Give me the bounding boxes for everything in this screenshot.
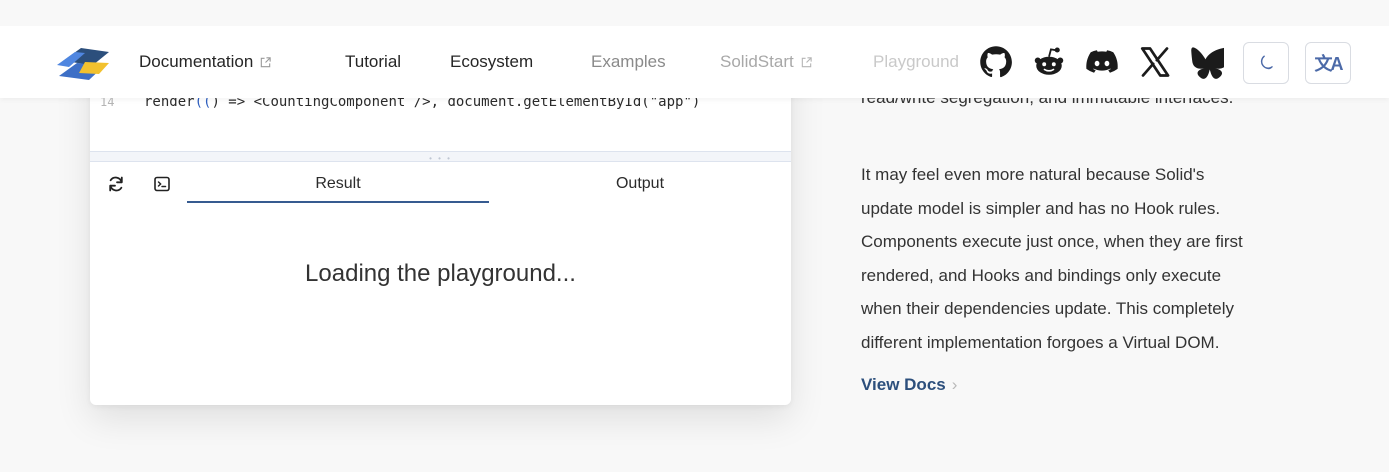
nav-tutorial[interactable]: Tutorial	[345, 52, 401, 72]
nav-solidstart[interactable]: SolidStart	[720, 52, 813, 72]
chevron-right-icon: ›	[951, 375, 958, 394]
tab-output[interactable]: Output	[490, 163, 790, 203]
result-toolbar: Result Output	[90, 163, 791, 205]
external-link-icon	[261, 56, 272, 67]
description-paragraph: It may feel even more natural because So…	[861, 158, 1331, 359]
resize-handle[interactable]: • • •	[90, 151, 791, 163]
solid-logo[interactable]	[55, 43, 111, 83]
bluesky-icon[interactable]	[1188, 44, 1224, 80]
tab-result[interactable]: Result	[187, 163, 489, 203]
nav-label: SolidStart	[720, 52, 794, 71]
github-icon[interactable]	[978, 44, 1014, 80]
nav-playground[interactable]: Playground	[873, 52, 971, 72]
nav-label: Ecosystem	[450, 52, 534, 71]
translate-icon: 文A	[1314, 54, 1344, 74]
nav-label: Tutorial	[345, 52, 402, 71]
nav-ecosystem[interactable]: Ecosystem	[450, 52, 533, 72]
theme-toggle-button[interactable]	[1243, 42, 1289, 84]
nav-examples[interactable]: Examples	[591, 52, 666, 72]
paragraph-line: rendered, and Hooks and bindings only ex…	[861, 265, 1222, 285]
nav-label: Examples	[591, 52, 666, 71]
moon-icon	[1260, 55, 1273, 70]
nav-documentation[interactable]: Documentation	[139, 52, 272, 72]
loading-message: Loading the playground...	[305, 260, 576, 287]
nav-label: Documentation	[139, 52, 254, 71]
view-docs-link[interactable]: View Docs ›	[861, 375, 957, 395]
site-header: Documentation Tutorial Ecosystem Example…	[0, 0, 1389, 98]
external-link-icon	[801, 56, 812, 67]
paragraph-line: Components execute just once, when they …	[861, 232, 1243, 251]
nav-label: Playground	[873, 52, 960, 71]
drag-dots-icon: • • •	[429, 154, 452, 163]
x-icon[interactable]	[1137, 44, 1173, 80]
reddit-icon[interactable]	[1031, 44, 1067, 80]
refresh-icon[interactable]	[106, 174, 126, 194]
paragraph-line: It may feel even more natural because So…	[861, 165, 1205, 184]
language-button[interactable]: 文A	[1305, 42, 1351, 84]
view-docs-label: View Docs	[861, 375, 946, 394]
discord-icon[interactable]	[1084, 44, 1120, 80]
paragraph-line: different implementation forgoes a Virtu…	[861, 332, 1220, 352]
terminal-icon[interactable]	[152, 174, 172, 194]
paragraph-line: when their dependencies update. This com…	[861, 299, 1234, 318]
paragraph-line: update model is simpler and has no Hook …	[861, 198, 1221, 218]
